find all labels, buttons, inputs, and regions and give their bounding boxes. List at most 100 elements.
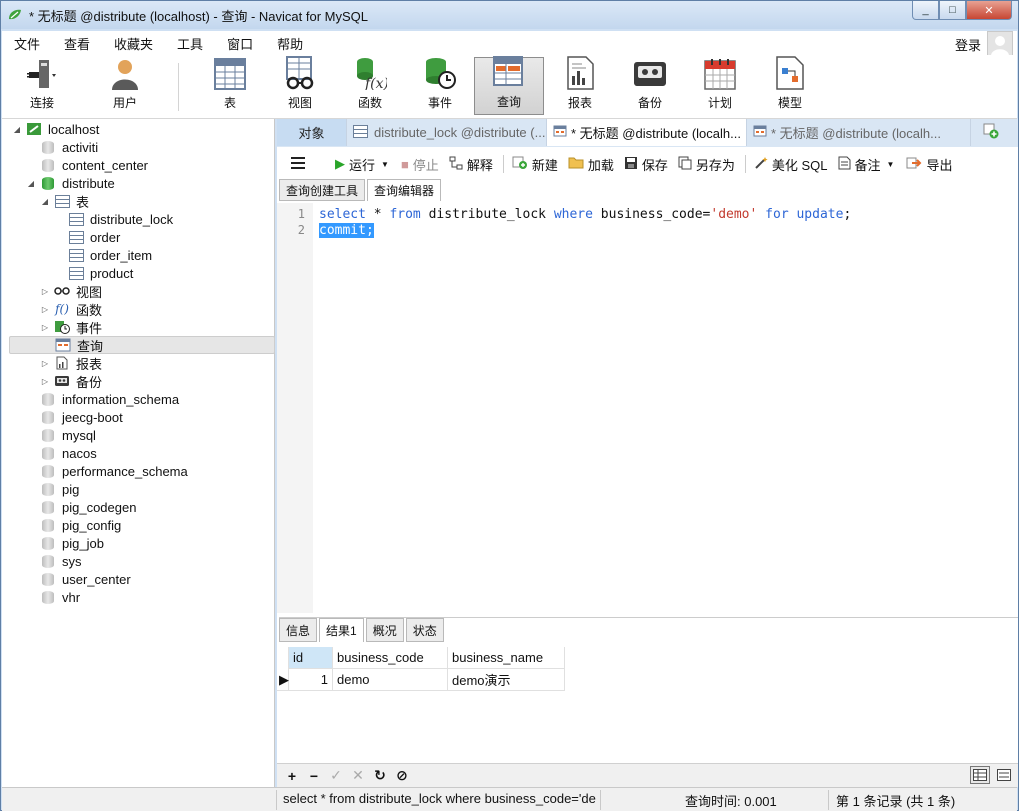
sql-editor[interactable]: 1 2 select * from distribute_lock where …	[277, 203, 1018, 613]
tab-query-untitled-active[interactable]: * 无标题 @distribute (localh...	[547, 119, 747, 146]
tree-database[interactable]: pig_codegen	[26, 498, 136, 516]
tree-reports-folder[interactable]: ▷ 报表	[40, 354, 102, 372]
tree-table[interactable]: order	[54, 228, 120, 246]
toolbar-event[interactable]: 事件	[410, 57, 470, 115]
tree-table[interactable]: order_item	[54, 246, 152, 264]
tree-functions-folder[interactable]: ▷ f() 函数	[40, 300, 102, 318]
tab-result[interactable]: 结果1	[319, 618, 364, 642]
save-button[interactable]: 保存	[624, 155, 668, 174]
tree-queries-folder[interactable]: 查询	[9, 336, 275, 354]
tree-backups-folder[interactable]: ▷ 备份	[40, 372, 102, 390]
run-button[interactable]: ▶ 运行 ▼	[335, 155, 393, 174]
tab-query-untitled[interactable]: * 无标题 @distribute (localh...	[747, 119, 971, 146]
tab-profile[interactable]: 概况	[365, 618, 404, 642]
expand-icon[interactable]: ▷	[40, 287, 50, 296]
tree-database[interactable]: content_center	[26, 156, 148, 174]
toolbar-backup[interactable]: 备份	[620, 57, 680, 115]
menu-icon[interactable]	[291, 156, 305, 172]
toolbar-function[interactable]: f(x) 函数	[340, 57, 400, 115]
expand-icon[interactable]: ▷	[40, 377, 50, 386]
tree-database[interactable]: sys	[26, 552, 82, 570]
explain-button[interactable]: 解释	[449, 155, 493, 174]
tree-database[interactable]: activiti	[26, 138, 98, 156]
add-record-button[interactable]: +	[281, 768, 303, 784]
tab-objects[interactable]: 对象	[277, 119, 347, 146]
toolbar-table[interactable]: 表	[200, 57, 260, 115]
tree-database[interactable]: user_center	[26, 570, 131, 588]
avatar[interactable]	[987, 31, 1013, 57]
maximize-button[interactable]: □	[939, 1, 966, 20]
tree-database[interactable]: pig	[26, 480, 79, 498]
tree-label: distribute	[62, 175, 115, 191]
minimize-button[interactable]: _	[912, 1, 939, 20]
tree-views-folder[interactable]: ▷ 视图	[40, 282, 102, 300]
tree-events-folder[interactable]: ▷ 事件	[40, 318, 102, 336]
toolbar-view[interactable]: 视图	[270, 56, 330, 115]
tab-query-editor[interactable]: 查询编辑器	[367, 179, 442, 201]
tab-info[interactable]: 信息	[279, 618, 318, 642]
tree-database[interactable]: pig_config	[26, 516, 121, 534]
toolbar-user[interactable]: 用户	[95, 57, 155, 115]
beautify-sql-button[interactable]: 美化 SQL	[754, 155, 828, 174]
table-row[interactable]: ▶ 1 demo demo演示	[277, 669, 565, 691]
toolbar-report[interactable]: 报表	[550, 56, 610, 115]
tab-status[interactable]: 状态	[405, 618, 444, 642]
cell-business-code[interactable]: demo	[333, 669, 448, 691]
refresh-button[interactable]: ↻	[369, 767, 391, 784]
apply-changes-button[interactable]: ✓	[325, 767, 347, 784]
collapse-icon[interactable]: ◢	[40, 197, 50, 206]
backup-icon	[54, 374, 70, 388]
toolbar-query[interactable]: 查询	[474, 56, 544, 115]
collapse-icon[interactable]: ◢	[12, 125, 22, 134]
tree-table[interactable]: product	[54, 264, 133, 282]
tree-label: order_item	[90, 247, 153, 263]
tree-database[interactable]: mysql	[26, 426, 96, 444]
menu-help[interactable]: 帮助	[265, 34, 315, 53]
stop-button[interactable]: ⊘	[391, 767, 413, 784]
form-view-icon[interactable]	[994, 766, 1014, 784]
discard-changes-button[interactable]: ✕	[347, 767, 369, 784]
tree-table[interactable]: distribute_lock	[54, 210, 173, 228]
tree-database-open[interactable]: ◢ distribute	[26, 174, 115, 192]
menu-window[interactable]: 窗口	[215, 34, 265, 53]
column-header-business-name[interactable]: business_name	[448, 647, 565, 669]
load-button[interactable]: 加载	[568, 155, 614, 174]
expand-icon[interactable]: ▷	[40, 305, 50, 314]
connection-icon	[26, 122, 42, 136]
toolbar-connection[interactable]: 连接	[12, 57, 72, 115]
grid-view-icon[interactable]	[970, 766, 990, 784]
tree-database[interactable]: pig_job	[26, 534, 104, 552]
menu-view[interactable]: 查看	[52, 34, 102, 53]
expand-icon[interactable]: ▷	[40, 359, 50, 368]
tree-tables-folder[interactable]: ◢ 表	[40, 192, 89, 210]
tree-connection-localhost[interactable]: ◢ localhost	[12, 120, 99, 138]
column-header-id[interactable]: id	[289, 647, 333, 669]
cell-id[interactable]: 1	[289, 669, 333, 691]
login-link[interactable]: 登录	[955, 35, 981, 54]
tree-database[interactable]: vhr	[26, 588, 80, 606]
toolbar-model[interactable]: 模型	[760, 56, 820, 115]
collapse-icon[interactable]: ◢	[26, 179, 36, 188]
column-header-business-code[interactable]: business_code	[333, 647, 448, 669]
close-button[interactable]: ✕	[966, 1, 1012, 20]
tree-database[interactable]: nacos	[26, 444, 97, 462]
tree-database[interactable]: performance_schema	[26, 462, 188, 480]
comment-button[interactable]: 备注 ▼	[838, 155, 899, 174]
new-tab-button[interactable]	[971, 119, 1011, 146]
expand-icon[interactable]: ▷	[40, 323, 50, 332]
tab-query-builder[interactable]: 查询创建工具	[279, 179, 366, 201]
export-button[interactable]: 导出	[906, 155, 952, 174]
toolbar-schedule[interactable]: 计划	[690, 57, 750, 115]
tree-database[interactable]: information_schema	[26, 390, 179, 408]
tab-distribute-lock[interactable]: distribute_lock @distribute (...	[347, 119, 547, 146]
result-tabs: 信息 结果1 概况 状态	[279, 617, 1018, 642]
delete-record-button[interactable]: −	[303, 768, 325, 784]
stop-button[interactable]: ■ 停止	[401, 155, 439, 174]
menu-favorites[interactable]: 收藏夹	[102, 34, 165, 53]
menu-file[interactable]: 文件	[2, 34, 52, 53]
save-as-button[interactable]: 另存为	[678, 155, 735, 174]
new-query-button[interactable]: 新建	[512, 155, 558, 174]
tree-database[interactable]: jeecg-boot	[26, 408, 123, 426]
cell-business-name[interactable]: demo演示	[448, 669, 565, 691]
menu-tools[interactable]: 工具	[165, 34, 215, 53]
